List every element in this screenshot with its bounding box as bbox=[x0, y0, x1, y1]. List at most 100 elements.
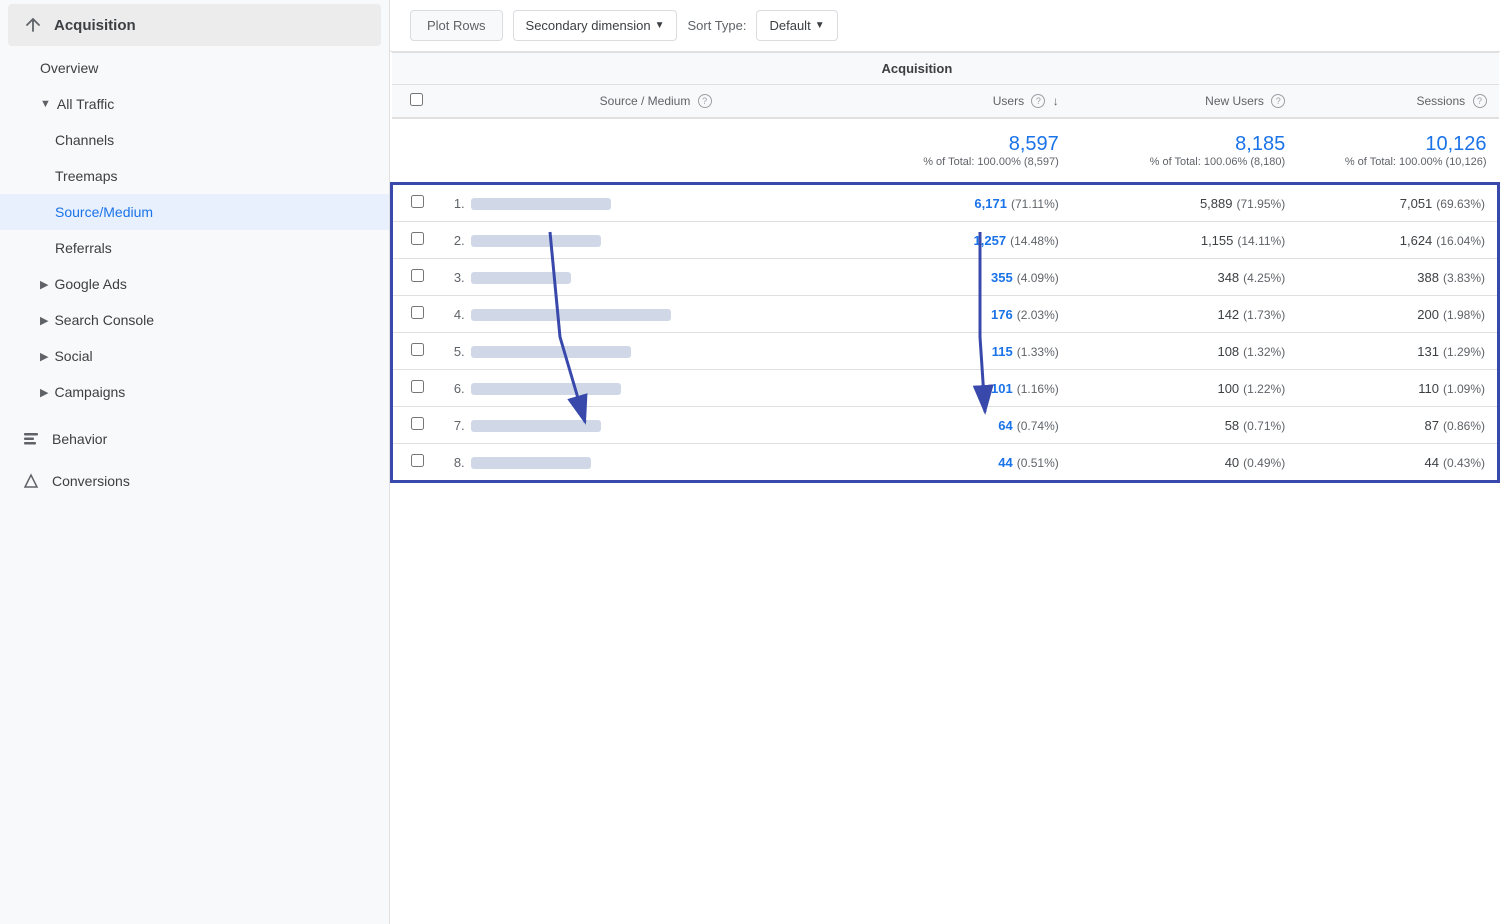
th-checkbox-blank bbox=[392, 53, 442, 85]
new-users-pct: (1.32%) bbox=[1243, 345, 1285, 359]
sort-down-icon[interactable]: ↓ bbox=[1053, 94, 1059, 108]
source-medium-label: Source/Medium bbox=[55, 204, 153, 220]
treemaps-label: Treemaps bbox=[55, 168, 118, 184]
new-users-info-icon[interactable]: ? bbox=[1271, 94, 1285, 108]
row-number: 2. bbox=[454, 233, 465, 248]
users-pct: (0.74%) bbox=[1017, 419, 1059, 433]
sidebar-item-campaigns[interactable]: ▶ Campaigns bbox=[0, 374, 389, 410]
new-users-value: 142 bbox=[1217, 307, 1239, 322]
new-users-pct: (4.25%) bbox=[1243, 271, 1285, 285]
sidebar-item-channels[interactable]: Channels bbox=[0, 122, 389, 158]
sessions-info-icon[interactable]: ? bbox=[1473, 94, 1487, 108]
th-users[interactable]: Users ? ↓ bbox=[870, 85, 1071, 119]
behavior-icon bbox=[20, 428, 42, 450]
row-number: 3. bbox=[454, 270, 465, 285]
row-checkbox[interactable] bbox=[411, 232, 424, 245]
sort-type-label: Sort Type: bbox=[687, 18, 746, 33]
row-number: 6. bbox=[454, 381, 465, 396]
table-row: 8.44(0.51%)40(0.49%) 44 (0.43%) bbox=[392, 444, 1499, 482]
row-checkbox[interactable] bbox=[411, 343, 424, 356]
row-sessions-cell: 87(0.86%) bbox=[1297, 407, 1498, 444]
row-users-cell: 6,171(71.11%) bbox=[870, 184, 1071, 222]
row-users-cell: 115(1.33%) bbox=[870, 333, 1071, 370]
users-value: 176 bbox=[991, 307, 1013, 322]
sidebar-item-behavior[interactable]: Behavior bbox=[0, 418, 389, 460]
row-checkbox[interactable] bbox=[411, 417, 424, 430]
sort-type-dropdown[interactable]: Default ▼ bbox=[756, 10, 837, 41]
th-source-blank bbox=[442, 53, 870, 85]
th-source-medium: Source / Medium ? bbox=[442, 85, 870, 119]
row-checkbox-cell bbox=[392, 407, 442, 444]
users-value: 101 bbox=[991, 381, 1013, 396]
row-checkbox-cell bbox=[392, 259, 442, 296]
th-select-all[interactable] bbox=[392, 85, 442, 119]
row-sessions-cell: 7,051(69.63%) bbox=[1297, 184, 1498, 222]
sidebar-item-treemaps[interactable]: Treemaps bbox=[0, 158, 389, 194]
row-checkbox[interactable] bbox=[411, 380, 424, 393]
row-checkbox[interactable] bbox=[411, 269, 424, 282]
row-checkbox-cell bbox=[392, 333, 442, 370]
google-ads-arrow: ▶ bbox=[40, 278, 48, 291]
sessions-pct: (3.83%) bbox=[1443, 271, 1485, 285]
conversions-icon bbox=[20, 470, 42, 492]
new-users-pct: (14.11%) bbox=[1237, 234, 1285, 248]
row-source-cell: 5. bbox=[442, 333, 870, 370]
blurred-source bbox=[471, 383, 621, 395]
acquisition-icon bbox=[22, 14, 44, 36]
sidebar-item-source-medium[interactable]: Source/Medium bbox=[0, 194, 389, 230]
sessions-value: 44 bbox=[1425, 455, 1439, 470]
row-checkbox[interactable] bbox=[411, 454, 424, 467]
row-checkbox[interactable] bbox=[411, 306, 424, 319]
secondary-dimension-dropdown[interactable]: Secondary dimension ▼ bbox=[513, 10, 678, 41]
sessions-value: 87 bbox=[1425, 418, 1439, 433]
sidebar-item-overview[interactable]: Overview bbox=[0, 50, 389, 86]
users-info-icon[interactable]: ? bbox=[1031, 94, 1045, 108]
campaigns-label: Campaigns bbox=[54, 384, 125, 400]
sidebar-item-all-traffic[interactable]: ▼ All Traffic bbox=[0, 86, 389, 122]
row-users-cell: 176(2.03%) bbox=[870, 296, 1071, 333]
sidebar-item-referrals[interactable]: Referrals bbox=[0, 230, 389, 266]
row-sessions-cell: 388 (3.83%) bbox=[1297, 259, 1498, 296]
users-pct: (1.33%) bbox=[1017, 345, 1059, 359]
row-sessions-cell: 131(1.29%) bbox=[1297, 333, 1498, 370]
sidebar-item-search-console[interactable]: ▶ Search Console bbox=[0, 302, 389, 338]
row-checkbox-cell bbox=[392, 184, 442, 222]
th-new-users[interactable]: New Users ? bbox=[1071, 85, 1297, 119]
sidebar-item-google-ads[interactable]: ▶ Google Ads bbox=[0, 266, 389, 302]
row-new-users-cell: 40(0.49%) bbox=[1071, 444, 1297, 482]
new-users-pct: (0.71%) bbox=[1243, 419, 1285, 433]
th-sessions[interactable]: Sessions ? bbox=[1297, 85, 1498, 119]
row-source-cell: 7. bbox=[442, 407, 870, 444]
new-users-value: 58 bbox=[1225, 418, 1239, 433]
blurred-source bbox=[471, 420, 601, 432]
sessions-value: 388 bbox=[1417, 270, 1439, 285]
row-new-users-cell: 142(1.73%) bbox=[1071, 296, 1297, 333]
new-users-value: 40 bbox=[1225, 455, 1239, 470]
select-all-checkbox[interactable] bbox=[410, 93, 423, 106]
sessions-pct: (1.09%) bbox=[1443, 382, 1485, 396]
source-medium-info-icon[interactable]: ? bbox=[698, 94, 712, 108]
users-value: 44 bbox=[998, 455, 1012, 470]
totals-users-cell: 8,597 % of Total: 100.00% (8,597) bbox=[870, 118, 1071, 184]
row-source-cell: 6. bbox=[442, 370, 870, 407]
sidebar-item-conversions[interactable]: Conversions bbox=[0, 460, 389, 502]
row-checkbox[interactable] bbox=[411, 195, 424, 208]
row-sessions-cell: 200(1.98%) bbox=[1297, 296, 1498, 333]
chevron-down-icon: ▼ bbox=[655, 20, 665, 31]
row-number: 7. bbox=[454, 418, 465, 433]
row-sessions-cell: 110(1.09%) bbox=[1297, 370, 1498, 407]
sidebar-item-acquisition[interactable]: Acquisition bbox=[8, 4, 381, 46]
row-source-cell: 8. bbox=[442, 444, 870, 482]
row-users-cell: 44(0.51%) bbox=[870, 444, 1071, 482]
users-pct: (1.16%) bbox=[1017, 382, 1059, 396]
users-value: 355 bbox=[991, 270, 1013, 285]
sidebar-item-social[interactable]: ▶ Social bbox=[0, 338, 389, 374]
row-new-users-cell: 5,889(71.95%) bbox=[1071, 184, 1297, 222]
new-users-value: 108 bbox=[1217, 344, 1239, 359]
row-checkbox-cell bbox=[392, 296, 442, 333]
users-pct: (71.11%) bbox=[1011, 197, 1059, 211]
sessions-pct: (0.43%) bbox=[1443, 456, 1485, 470]
new-users-pct: (1.22%) bbox=[1243, 382, 1285, 396]
plot-rows-button[interactable]: Plot Rows bbox=[410, 10, 503, 41]
sessions-value: 7,051 bbox=[1400, 196, 1433, 211]
